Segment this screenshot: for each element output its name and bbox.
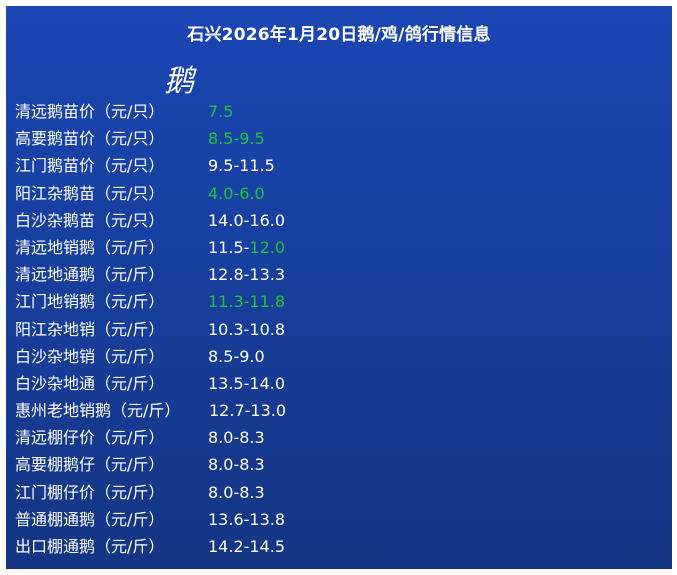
price-value-normal: 8.5-9.0 [208, 346, 265, 366]
price-value-normal: 12.8-13.3 [208, 265, 286, 285]
price-value: 8.5-9.0 [208, 343, 265, 370]
price-value-normal: 12.7-13.0 [209, 401, 287, 421]
price-row: 白沙杂鹅苗（元/只） 14.0-16.0 [15, 207, 635, 234]
price-list: 清远鹅苗价（元/只） 7.5 高要鹅苗价（元/只） 8.5-9.5 江门鹅苗价（… [15, 98, 635, 560]
price-label: 白沙杂地通（元/斤） [15, 373, 165, 393]
price-label: 高要鹅苗价（元/只） [15, 129, 165, 149]
price-value: 8.5-9.5 [208, 125, 265, 152]
price-value-normal: 8.0-8.3 [208, 482, 265, 502]
price-value-changed: 8.5-9.5 [208, 129, 265, 149]
price-value-normal: 14.0-16.0 [208, 210, 286, 230]
price-label: 阳江杂地销（元/斤） [15, 319, 165, 339]
price-value-normal: 10.3-10.8 [208, 319, 286, 339]
price-row: 高要棚鹅仔（元/斤） 8.0-8.3 [15, 451, 635, 478]
price-value: 12.7-13.0 [209, 397, 286, 424]
price-label: 惠州老地销鹅（元/斤） [15, 401, 181, 421]
price-value: 12.8-13.3 [208, 261, 285, 288]
price-row: 清远地销鹅（元/斤） 11.5-12.0 [15, 234, 635, 261]
price-value: 8.0-8.3 [208, 451, 265, 478]
price-row: 普通棚通鹅（元/斤） 13.6-13.8 [15, 506, 635, 533]
price-value: 11.3-11.8 [208, 288, 285, 315]
price-label: 清远鹅苗价（元/只） [15, 102, 165, 121]
price-row: 清远地通鹅（元/斤） 12.8-13.3 [15, 261, 635, 288]
price-value-normal: 8.0-8.3 [208, 428, 265, 448]
price-label: 清远棚仔价（元/斤） [15, 428, 165, 448]
price-row: 清远鹅苗价（元/只） 7.5 [15, 98, 635, 125]
price-value-normal: 8.0-8.3 [208, 455, 265, 475]
price-value-changed: 11.3-11.8 [208, 292, 286, 312]
price-value: 10.3-10.8 [208, 316, 285, 343]
section-heading-goose: 鹅 [164, 64, 194, 99]
price-label: 普通棚通鹅（元/斤） [15, 509, 165, 529]
price-value-normal: 13.6-13.8 [208, 509, 286, 529]
price-row: 江门鹅苗价（元/只） 9.5-11.5 [15, 152, 635, 179]
price-value-normal: 13.5-14.0 [208, 373, 286, 393]
price-value: 7.5 [208, 98, 233, 125]
price-value: 8.0-8.3 [208, 424, 265, 451]
price-row: 江门地销鹅（元/斤） 11.3-11.8 [15, 288, 635, 315]
price-value-normal: 11.5- [208, 237, 250, 257]
price-value-normal: 9.5-11.5 [208, 156, 275, 176]
price-row: 惠州老地销鹅（元/斤） 12.7-13.0 [15, 397, 635, 424]
price-row: 阳江杂地销（元/斤） 10.3-10.8 [15, 316, 635, 343]
price-label: 江门鹅苗价（元/只） [15, 156, 165, 176]
price-value-normal: 14.2-14.5 [208, 537, 286, 556]
price-value: 14.0-16.0 [208, 207, 285, 234]
price-value: 13.5-14.0 [208, 370, 285, 397]
price-label: 白沙杂鹅苗（元/只） [15, 210, 165, 230]
price-row: 出口棚通鹅（元/斤） 14.2-14.5 [15, 533, 635, 560]
page-title: 石兴2026年1月20日鹅/鸡/鸽行情信息 [187, 25, 491, 45]
price-label: 清远地销鹅（元/斤） [15, 237, 165, 257]
price-row: 江门棚仔价（元/斤） 8.0-8.3 [15, 479, 635, 506]
price-value-changed: 7.5 [208, 102, 234, 121]
price-value-changed: 4.0-6.0 [208, 183, 265, 203]
price-value: 14.2-14.5 [208, 533, 285, 560]
price-value: 11.5-12.0 [208, 234, 285, 261]
price-row: 白沙杂地通（元/斤） 13.5-14.0 [15, 370, 635, 397]
price-value: 9.5-11.5 [208, 152, 275, 179]
price-row: 清远棚仔价（元/斤） 8.0-8.3 [15, 424, 635, 451]
price-label: 江门棚仔价（元/斤） [15, 482, 165, 502]
price-label: 高要棚鹅仔（元/斤） [15, 455, 165, 475]
price-value: 13.6-13.8 [208, 506, 285, 533]
price-label: 江门地销鹅（元/斤） [15, 292, 165, 312]
price-value: 4.0-6.0 [208, 180, 265, 207]
price-label: 阳江杂鹅苗（元/只） [15, 183, 165, 203]
price-panel: 石兴2026年1月20日鹅/鸡/鸽行情信息 鹅 清远鹅苗价（元/只） 7.5 高… [6, 6, 672, 569]
price-row: 高要鹅苗价（元/只） 8.5-9.5 [15, 125, 635, 152]
price-label: 出口棚通鹅（元/斤） [15, 537, 165, 556]
price-value: 8.0-8.3 [208, 479, 265, 506]
price-row: 阳江杂鹅苗（元/只） 4.0-6.0 [15, 180, 635, 207]
price-value-changed: 12.0 [249, 237, 286, 257]
price-row: 白沙杂地销（元/斤） 8.5-9.0 [15, 343, 635, 370]
price-label: 清远地通鹅（元/斤） [15, 265, 165, 285]
price-label: 白沙杂地销（元/斤） [15, 346, 165, 366]
